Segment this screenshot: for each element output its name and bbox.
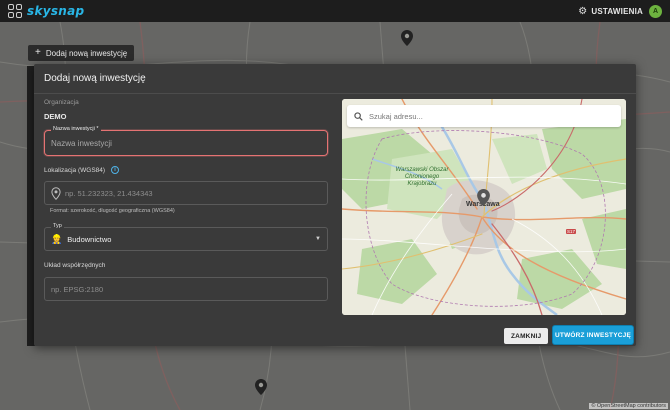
location-input[interactable]: [65, 188, 321, 198]
add-investment-dialog: Dodaj nową inwestycję Organizacja DEMO N…: [34, 64, 636, 346]
add-investment-button[interactable]: + Dodaj nową inwestycję: [28, 45, 135, 61]
type-label: Typ: [51, 223, 64, 229]
plus-icon: +: [35, 47, 41, 58]
avatar[interactable]: A: [649, 4, 662, 18]
organization-value: DEMO: [44, 112, 67, 121]
map-pin-icon[interactable]: [401, 30, 413, 46]
location-marker-icon[interactable]: [477, 189, 490, 206]
coordinate-system-input[interactable]: [51, 284, 321, 294]
top-bar: skysnap ⚙ USTAWIENIA A: [0, 0, 670, 22]
search-icon: [354, 111, 363, 121]
location-pin-icon: [51, 186, 61, 200]
map-label-road: S17: [566, 229, 577, 234]
map-label-park: Warszawski Obszar Chronionego Krajobrazu: [395, 167, 449, 187]
location-hint: Format: szerokość, długość geograficzna …: [50, 208, 175, 214]
gear-icon: ⚙: [578, 5, 588, 17]
investment-name-field: Nazwa inwestycji *: [44, 126, 328, 156]
coordinate-system-label: Układ współrzędnych: [44, 262, 106, 269]
settings-label: USTAWIENIA: [591, 6, 643, 16]
type-select[interactable]: Typ 👷 Budownictwo ▼: [44, 223, 328, 251]
logo-text: skysnap: [27, 4, 85, 18]
coordinate-system-field: [44, 277, 328, 301]
organization-label: Organizacja: [44, 99, 79, 106]
dialog-divider: [34, 93, 636, 94]
location-map[interactable]: Warszawski Obszar Chronionego Krajobrazu…: [342, 99, 626, 315]
address-search-box: [347, 105, 621, 127]
type-selected-value: Budownictwo: [67, 234, 112, 244]
location-label-row: Lokalizacja (WGS84) i: [44, 166, 120, 174]
settings-button[interactable]: ⚙ USTAWIENIA: [578, 6, 643, 17]
location-field: [44, 181, 328, 205]
logo-icon: [8, 4, 22, 18]
map-attribution: © OpenStreetMap contributors: [589, 403, 668, 409]
create-investment-button[interactable]: UTWÓRZ INWESTYCJĘ: [553, 326, 633, 344]
app-logo[interactable]: skysnap: [8, 4, 84, 18]
dialog-title: Dodaj nową inwestycję: [44, 73, 146, 84]
worker-icon: 👷: [51, 233, 63, 244]
address-search-input[interactable]: [369, 111, 614, 121]
map-pin-icon[interactable]: [255, 379, 267, 395]
investment-name-input[interactable]: [45, 131, 327, 155]
info-icon[interactable]: i: [111, 166, 120, 174]
close-button[interactable]: ZAMKNIJ: [504, 328, 549, 344]
add-investment-label: Dodaj nową inwestycję: [45, 48, 128, 58]
chevron-down-icon: ▼: [315, 236, 321, 242]
location-label: Lokalizacja (WGS84): [44, 166, 106, 174]
